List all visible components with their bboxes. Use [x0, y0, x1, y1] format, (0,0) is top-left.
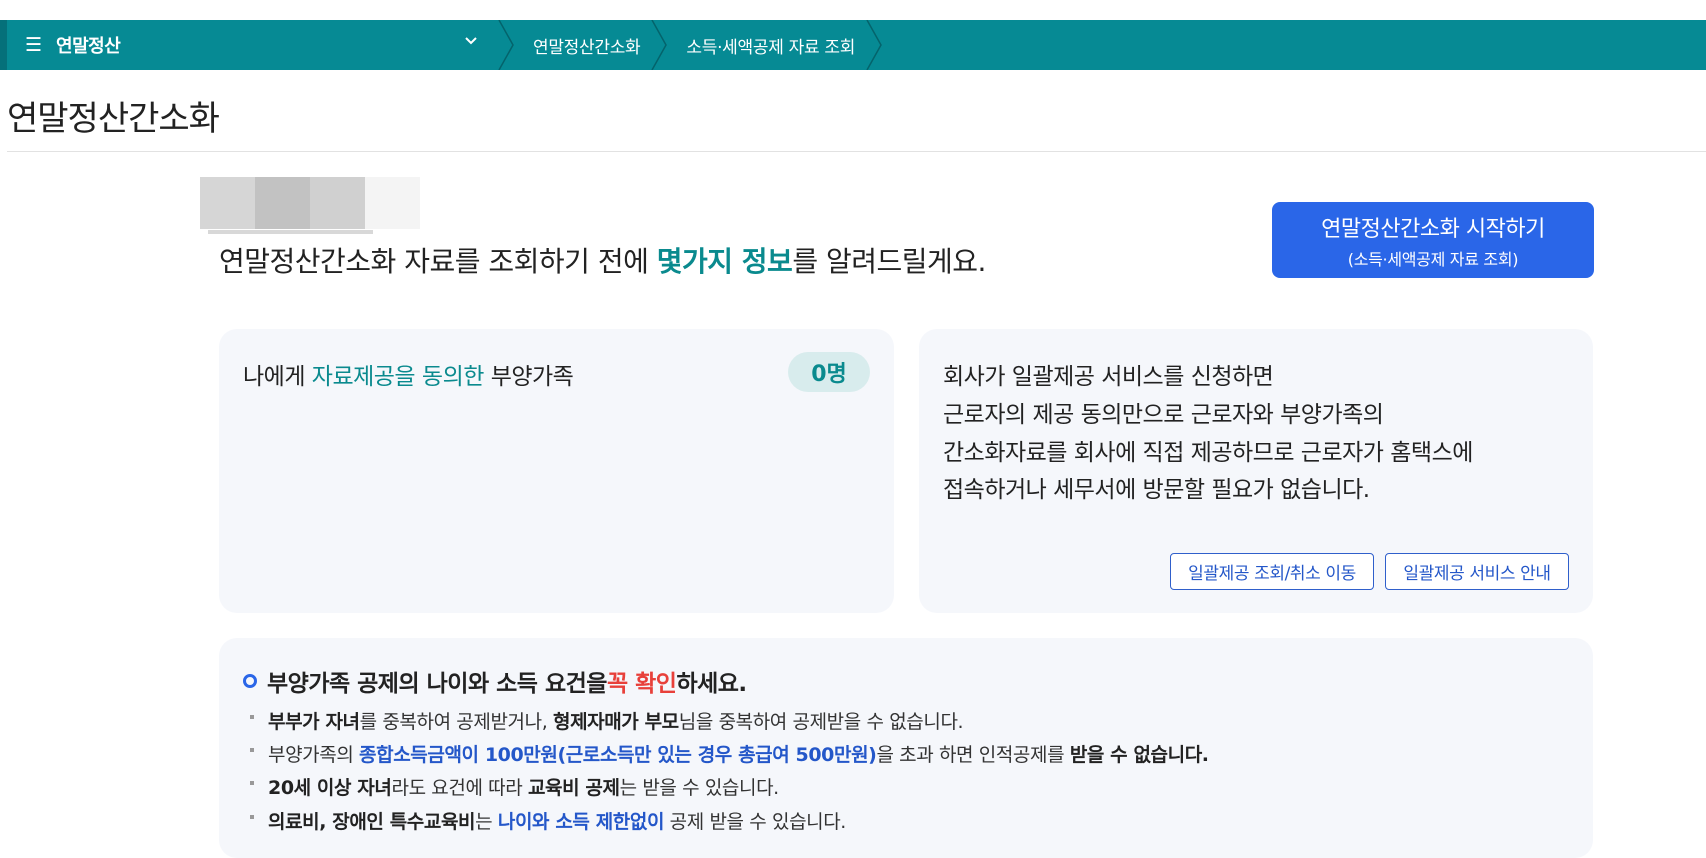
menu-title: 연말정산 [56, 36, 121, 57]
page-title: 연말정산간소화 [7, 99, 220, 139]
breadcrumb-separator-icon [651, 20, 668, 70]
bulk-service-guide-button[interactable]: 일괄제공 서비스 안내 [1385, 553, 1569, 590]
title-divider [7, 151, 1706, 152]
breadcrumb-separator-icon [498, 20, 514, 70]
info-line: 근로자의 제공 동의만으로 근로자와 부양가족의 [943, 402, 1384, 428]
info-line: 회사가 일괄제공 서비스를 신청하면 [943, 364, 1274, 390]
intro-before: 연말정산간소화 자료를 조회하기 전에 [219, 245, 657, 278]
notice-bullet: 20세 이상 자녀라도 요건에 따라 교육비 공제는 받을 수 있습니다. [250, 773, 779, 800]
consent-label: 나에게 자료제공을 동의한 부양가족 [243, 364, 574, 390]
notice-bullet: 부부가 자녀를 중복하여 공제받거나, 형제자매가 부모님을 중복하여 공제받을… [250, 707, 964, 734]
circle-bullet-icon [243, 674, 257, 688]
notice-bullet: 의료비, 장애인 특수교육비는 나이와 소득 제한없이 공제 받을 수 있습니다… [250, 807, 846, 834]
intro-after: 를 알려드릴게요. [792, 245, 986, 278]
start-simplified-button[interactable]: 연말정산간소화 시작하기 (소득·세액공제 자료 조회) [1272, 202, 1594, 278]
chevron-down-icon[interactable] [463, 33, 479, 53]
hamburger-icon[interactable]: ☰ [25, 35, 42, 55]
menu-dropdown[interactable]: ☰ 연말정산 [7, 20, 497, 70]
notice-bullet: 부양가족의 종합소득금액이 100만원(근로소득만 있는 경우 총급여 500만… [250, 740, 1209, 767]
consent-count-badge: 0명 [788, 352, 870, 392]
redacted-image [200, 177, 420, 234]
info-line: 접속하거나 세무서에 방문할 필요가 없습니다. [943, 477, 1370, 503]
start-button-sublabel: (소득·세액공제 자료 조회) [1347, 249, 1519, 269]
navbar-edge [0, 20, 7, 70]
info-line: 간소화자료를 회사에 직접 제공하므로 근로자가 홈택스에 [943, 440, 1473, 466]
breadcrumb-item-simplified[interactable]: 연말정산간소화 [519, 33, 650, 58]
top-navbar: ☰ 연말정산 연말정산간소화 소득·세액공제 자료 조회 [0, 20, 1706, 70]
start-button-label: 연말정산간소화 시작하기 [1321, 216, 1545, 242]
breadcrumb-separator-icon [866, 20, 882, 70]
intro-accent: 몇가지 정보 [656, 245, 793, 278]
intro-text: 연말정산간소화 자료를 조회하기 전에 몇가지 정보를 알려드릴게요. [219, 240, 986, 280]
notice-heading: 부양가족 공제의 나이와 소득 요건을 꼭 확인 하세요. [243, 664, 747, 698]
bulk-lookup-cancel-button[interactable]: 일괄제공 조회/취소 이동 [1170, 553, 1374, 590]
breadcrumb-item-deduction-lookup[interactable]: 소득·세액공제 자료 조회 [672, 33, 865, 58]
